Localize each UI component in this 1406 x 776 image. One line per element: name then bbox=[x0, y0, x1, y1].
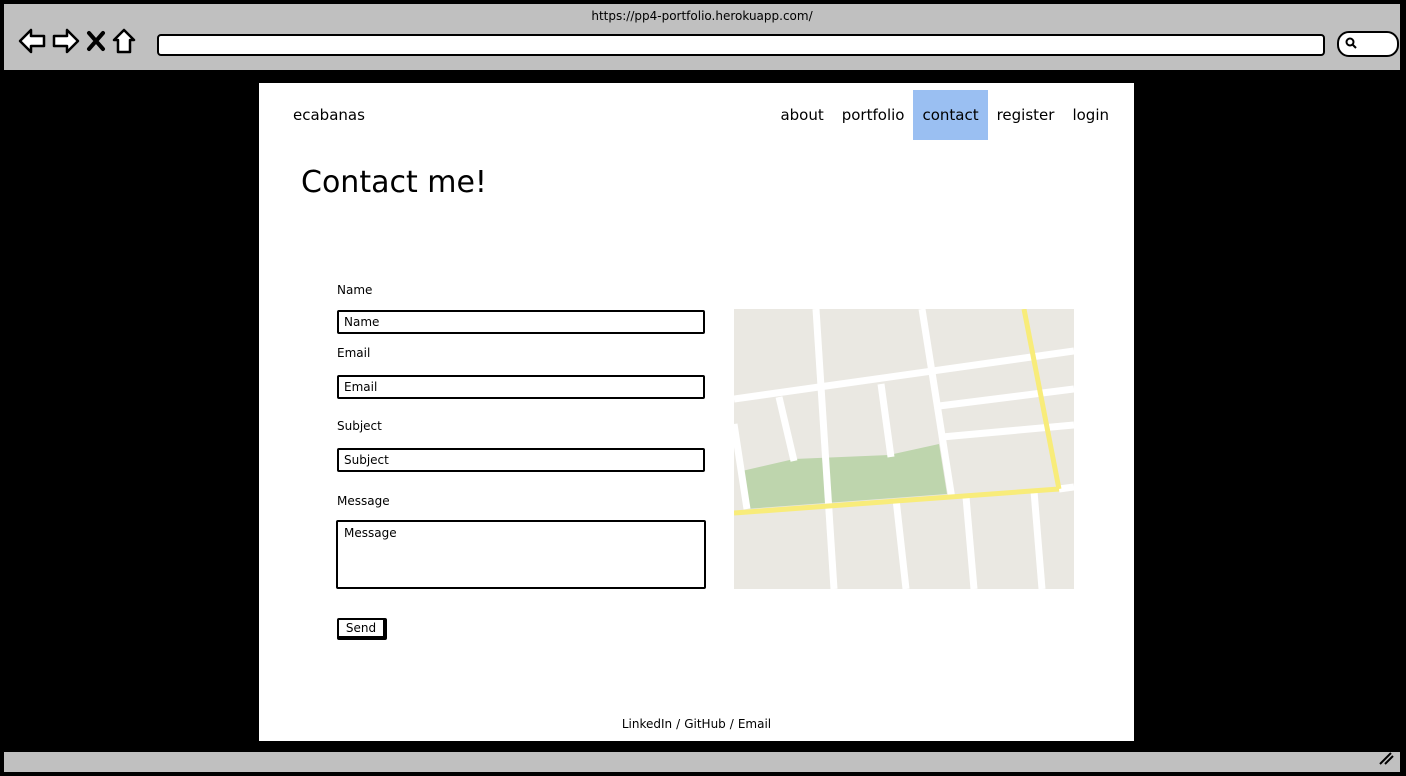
name-label: Name bbox=[337, 283, 373, 297]
footer: LinkedIn / GitHub / Email bbox=[259, 717, 1134, 731]
footer-link-email[interactable]: Email bbox=[738, 717, 771, 731]
nav-item-register[interactable]: register bbox=[988, 90, 1064, 140]
email-label: Email bbox=[337, 346, 371, 360]
address-bar[interactable] bbox=[157, 34, 1325, 56]
back-icon[interactable] bbox=[18, 28, 46, 54]
forward-icon[interactable] bbox=[52, 28, 80, 54]
browser-toolbar: https://pp4-portfolio.herokuapp.com/ bbox=[2, 2, 1402, 72]
page-title: Contact me! bbox=[301, 165, 487, 200]
email-input[interactable]: Email bbox=[337, 375, 705, 399]
nav-item-contact[interactable]: contact bbox=[913, 90, 988, 140]
nav-item-about[interactable]: about bbox=[771, 90, 832, 140]
subject-input[interactable]: Subject bbox=[337, 448, 705, 472]
main-nav: about portfolio contact register login bbox=[771, 90, 1118, 140]
nav-item-portfolio[interactable]: portfolio bbox=[833, 90, 914, 140]
map[interactable] bbox=[730, 308, 1075, 590]
subject-label: Subject bbox=[337, 419, 382, 433]
stop-icon[interactable] bbox=[86, 30, 106, 52]
footer-link-linkedin[interactable]: LinkedIn bbox=[622, 717, 672, 731]
footer-separator: / bbox=[729, 717, 734, 731]
footer-separator: / bbox=[676, 717, 681, 731]
name-input[interactable]: Name bbox=[337, 310, 705, 334]
home-icon[interactable] bbox=[112, 28, 136, 54]
url-text: https://pp4-portfolio.herokuapp.com/ bbox=[591, 9, 813, 23]
nav-item-login[interactable]: login bbox=[1063, 90, 1118, 140]
brand-logo[interactable]: ecabanas bbox=[293, 106, 365, 124]
message-textarea[interactable]: Message bbox=[336, 520, 706, 589]
message-label: Message bbox=[337, 494, 390, 508]
browser-status-bar bbox=[2, 750, 1402, 774]
send-button[interactable]: Send bbox=[337, 618, 387, 640]
resize-grip-icon[interactable] bbox=[1378, 750, 1394, 769]
page: ecabanas about portfolio contact registe… bbox=[259, 83, 1134, 741]
browser-search-box[interactable] bbox=[1337, 31, 1399, 57]
browser-nav-icons bbox=[18, 26, 136, 56]
footer-link-github[interactable]: GitHub bbox=[684, 717, 726, 731]
